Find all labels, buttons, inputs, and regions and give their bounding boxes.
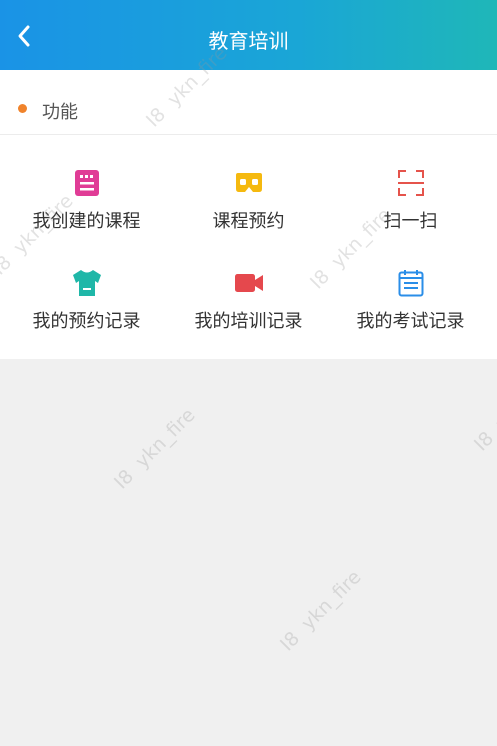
course-booking-button[interactable]: 课程预约 <box>166 135 331 235</box>
watermark: I8 ykn_fire <box>110 404 200 494</box>
my-exam-records-button[interactable]: 我的考试记录 <box>328 235 493 335</box>
function-label: 我的考试记录 <box>356 311 465 332</box>
book-icon <box>74 170 99 196</box>
scan-button[interactable]: 扫一扫 <box>328 135 493 235</box>
vr-glasses-icon <box>235 173 262 192</box>
top-bar: 教育培训 <box>0 0 497 70</box>
page-title: 教育培训 <box>208 29 289 53</box>
watermark: I8 ykn_fire <box>276 566 366 656</box>
function-panel: 功能 我创建的课程 课程预约 扫一扫 我的预约记录 我的培训记录 我的考试记录 <box>0 70 497 359</box>
watermark: I8 ykn_fire <box>470 366 497 456</box>
section-header: 功能 <box>0 70 497 135</box>
section-dot <box>18 104 27 113</box>
calendar-list-icon <box>398 270 423 297</box>
function-label: 课程预约 <box>212 211 285 232</box>
tshirt-icon <box>72 270 101 296</box>
function-label: 我的培训记录 <box>194 311 303 332</box>
my-created-courses-button[interactable]: 我创建的课程 <box>4 135 169 235</box>
function-label: 扫一扫 <box>383 211 438 232</box>
section-title: 功能 <box>42 102 78 123</box>
scan-icon <box>397 170 424 196</box>
app-screen: 教育培训 功能 我创建的课程 课程预约 扫一扫 我的预约记录 我的培训记录 我的… <box>0 0 497 746</box>
function-label: 我的预约记录 <box>32 311 141 332</box>
function-label: 我创建的课程 <box>32 211 141 232</box>
video-camera-icon <box>234 274 263 292</box>
my-booking-records-button[interactable]: 我的预约记录 <box>4 235 169 335</box>
my-training-records-button[interactable]: 我的培训记录 <box>166 235 331 335</box>
